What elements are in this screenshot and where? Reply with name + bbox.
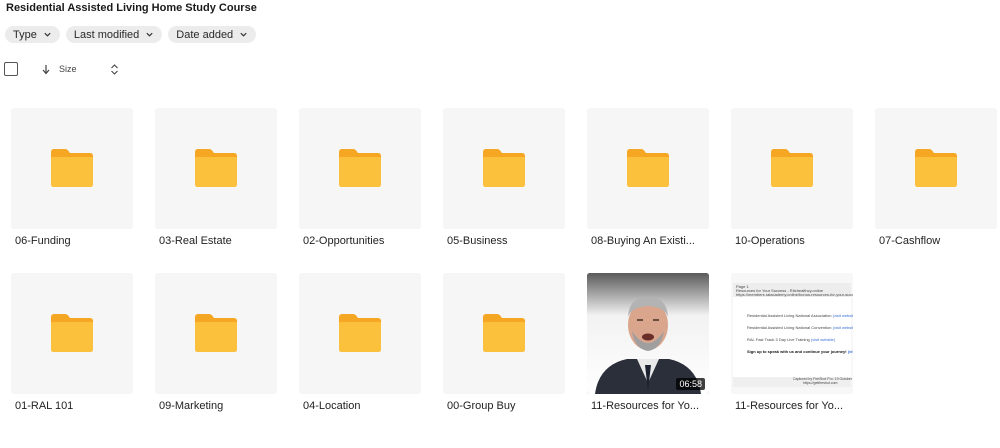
folder-tile[interactable]: 03-Real Estate (155, 108, 277, 258)
folder-tile[interactable]: 05-Business (443, 108, 565, 258)
chevron-down-icon (240, 32, 247, 37)
document-file-tile[interactable]: Page 1 Resources for Your Success - Ritc… (731, 273, 853, 423)
doc-line: Residential Assisted Living National Ass… (747, 313, 853, 318)
folder-icon (483, 149, 525, 187)
folder-icon (915, 149, 957, 187)
doc-cta: Sign up to speak with us and continue yo… (747, 349, 853, 354)
page-title: Residential Assisted Living Home Study C… (6, 2, 257, 14)
filter-last-modified-label: Last modified (73, 28, 140, 41)
list-toolbar: Size (4, 62, 124, 78)
doc-footer-text: https://getfireshot.com (803, 381, 838, 385)
folder-icon (51, 149, 93, 187)
folder-icon (627, 149, 669, 187)
folder-tile[interactable]: 09-Marketing (155, 273, 277, 423)
tile-thumbnail (587, 108, 709, 229)
filter-type[interactable]: Type (5, 26, 60, 43)
folder-tile[interactable]: 01-RAL 101 (11, 273, 133, 423)
doc-line: Residential Assisted Living National Con… (747, 325, 853, 330)
video-preview-image (587, 273, 709, 394)
tile-thumbnail (155, 108, 277, 229)
tile-label: 05-Business (447, 235, 508, 247)
filter-bar: Type Last modified Date added (5, 26, 257, 43)
tile-thumbnail (299, 108, 421, 229)
tile-label: 02-Opportunities (303, 235, 385, 247)
sort-label: Size (59, 64, 77, 74)
folder-tile[interactable]: 00-Group Buy (443, 273, 565, 423)
tile-thumbnail (11, 108, 133, 229)
tile-label: 07-Cashflow (879, 235, 941, 247)
tile-label: 09-Marketing (159, 400, 224, 412)
tile-label: 04-Location (303, 400, 361, 412)
tile-thumbnail (155, 273, 277, 394)
filter-type-label: Type (13, 28, 37, 41)
tile-label: 00-Group Buy (447, 400, 516, 412)
folder-tile[interactable]: 04-Location (299, 273, 421, 423)
filter-last-modified[interactable]: Last modified (65, 26, 163, 43)
tile-thumbnail: Page 1 Resources for Your Success - Ritc… (731, 273, 853, 394)
filter-date-added[interactable]: Date added (168, 26, 257, 43)
doc-line: RAL Fast Track 3 Day Live Training (visi… (747, 337, 836, 342)
arrow-down-icon[interactable] (41, 64, 51, 75)
chevron-down-icon (146, 32, 153, 37)
folder-icon (51, 314, 93, 352)
sort-toggle-icon[interactable] (110, 63, 119, 76)
tile-label: 10-Operations (735, 235, 805, 247)
tile-thumbnail (443, 108, 565, 229)
tile-label: 11-Resources for Yo... (591, 400, 700, 412)
folder-icon (771, 149, 813, 187)
tile-label: 11-Resources for Yo... (735, 400, 844, 412)
tile-label: 08-Buying An Existi... (591, 235, 695, 247)
video-file-tile[interactable]: 06:58 11-Resources for Yo... (587, 273, 709, 423)
document-preview: Page 1 Resources for Your Success - Ritc… (733, 283, 853, 387)
select-all-checkbox[interactable] (4, 62, 18, 76)
tile-thumbnail (875, 108, 997, 229)
tile-thumbnail (731, 108, 853, 229)
video-duration-badge: 06:58 (676, 378, 705, 390)
tile-label: 06-Funding (15, 235, 71, 247)
tile-thumbnail (443, 273, 565, 394)
folder-tile[interactable]: 10-Operations (731, 108, 853, 258)
folder-tile[interactable]: 06-Funding (11, 108, 133, 258)
doc-header-line: https://members.ralacademy.online/bonus-… (736, 292, 853, 297)
folder-icon (339, 314, 381, 352)
folder-icon (195, 314, 237, 352)
folder-tile[interactable]: 02-Opportunities (299, 108, 421, 258)
folder-icon (339, 149, 381, 187)
folder-tile[interactable]: 08-Buying An Existi... (587, 108, 709, 258)
chevron-down-icon (44, 32, 51, 37)
folder-icon (195, 149, 237, 187)
tile-label: 03-Real Estate (159, 235, 232, 247)
filter-date-added-label: Date added (176, 28, 234, 41)
tile-thumbnail (11, 273, 133, 394)
tile-label: 01-RAL 101 (15, 400, 74, 412)
tile-thumbnail: 06:58 (587, 273, 709, 394)
folder-icon (483, 314, 525, 352)
tile-thumbnail (299, 273, 421, 394)
folder-tile[interactable]: 07-Cashflow (875, 108, 997, 258)
